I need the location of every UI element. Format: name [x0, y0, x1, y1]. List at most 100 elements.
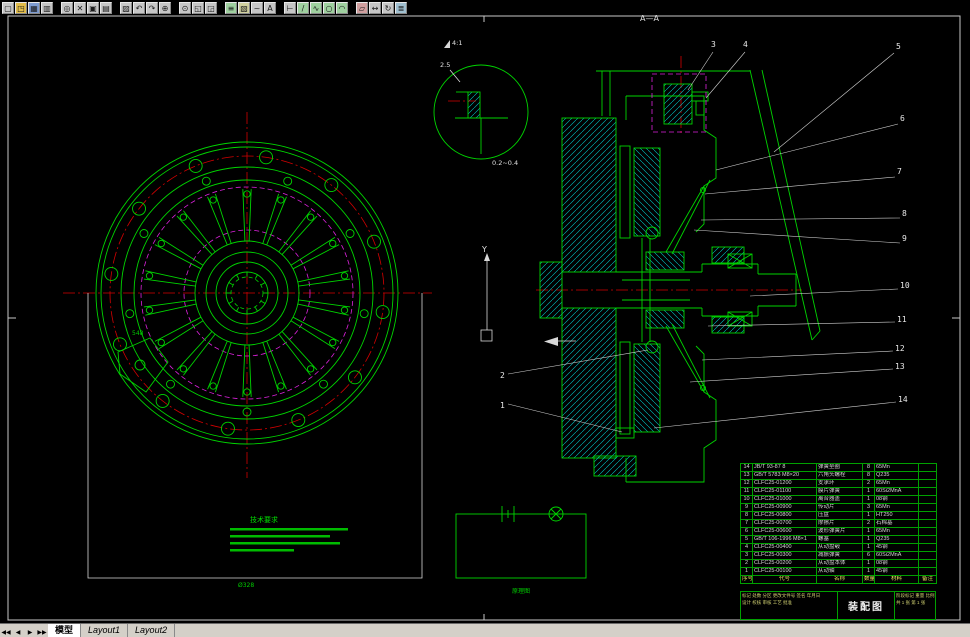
parts-cell: 14	[740, 463, 753, 472]
toolbar-icon-move[interactable]: ↔	[369, 2, 381, 14]
toolbar-icon-layers[interactable]: ≡	[225, 2, 237, 14]
technical-notes: 技术要求	[230, 515, 348, 552]
parts-cell	[918, 543, 937, 552]
toolbar-icon-copy[interactable]: ▣	[87, 2, 99, 14]
drawing-title: 装配图	[838, 592, 895, 619]
tab-nav-button-1[interactable]: ◀	[12, 629, 24, 636]
schematic-view: 原理图	[455, 506, 587, 595]
toolbar-icon-text-style[interactable]: A	[264, 2, 276, 14]
parts-cell: 12	[740, 479, 753, 488]
leader-line-9	[693, 229, 901, 244]
balloon-12: 12	[895, 344, 905, 353]
parts-cell: 6	[862, 551, 875, 560]
toolbar: ▢ ◳ ▦ ▥ ◎ ✕ ▣ ▤ ▨ ↶ ↷ ⊕ ⊙ ◱ ◲ ≡ ▧ ~ A ⊢ / ∿ ○ ◠ ▱ ↔ ↻ ≣	[0, 0, 970, 14]
parts-row: 4 CLFC25-00400 从动盘毂 1 45钢	[740, 543, 937, 552]
parts-cell: 1	[862, 495, 875, 504]
parts-cell: 1	[862, 487, 875, 496]
section-arrow-icon	[544, 337, 558, 346]
parts-cell: 波形弹簧片	[816, 527, 863, 536]
toolbar-icon-linetype[interactable]: ~	[251, 2, 263, 14]
parts-cell	[918, 559, 937, 568]
toolbar-icon-cut[interactable]: ✕	[74, 2, 86, 14]
balloon-8: 8	[902, 209, 907, 218]
parts-cell: 7	[740, 519, 753, 528]
schematic-caption: 原理图	[512, 588, 530, 595]
notes-title: 技术要求	[250, 515, 278, 524]
toolbar-icon-rotate[interactable]: ↻	[382, 2, 394, 14]
toolbar-icon-new[interactable]: ▢	[2, 2, 14, 14]
balloon-10: 10	[900, 281, 910, 290]
tab-layout1[interactable]: Layout1	[81, 624, 129, 637]
parts-table: 14 JB/T 93-87 8 弹簧垫圈 8 65Mn 13 GB/T 5783 M8×20…	[740, 463, 937, 584]
parts-cell: 60Si2MnA	[874, 487, 919, 496]
parts-cell: 4	[740, 543, 753, 552]
parts-header-cell: 材料	[874, 575, 919, 584]
tab-nav-button-3[interactable]: ▶▶	[36, 629, 48, 636]
parts-cell: 65Mn	[874, 479, 919, 488]
parts-header-cell: 名称	[816, 575, 863, 584]
parts-header-cell: 序号	[740, 575, 753, 584]
parts-cell: 六角头螺栓	[816, 471, 863, 480]
toolbar-icon-erase[interactable]: ▱	[356, 2, 368, 14]
toolbar-icon-pan[interactable]: ⊕	[159, 2, 171, 14]
leader-line-12	[701, 350, 894, 361]
toolbar-icon-save[interactable]: ▦	[28, 2, 40, 14]
toolbar-icon-paste[interactable]: ▤	[100, 2, 112, 14]
parts-cell: 45钢	[874, 543, 919, 552]
toolbar-icon-zoom-realtime[interactable]: ⊙	[179, 2, 191, 14]
leader-line-8	[700, 217, 901, 221]
dimension-548: 548	[132, 330, 144, 337]
tab-layout2[interactable]: Layout2	[128, 624, 176, 637]
toolbar-icon-redo[interactable]: ↷	[146, 2, 158, 14]
parts-cell: 2	[740, 559, 753, 568]
toolbar-icon-layer-color[interactable]: ▧	[238, 2, 250, 14]
parts-cell: 65Mn	[874, 503, 919, 512]
parts-cell: 45钢	[874, 567, 919, 576]
toolbar-icon-properties[interactable]: ≣	[395, 2, 407, 14]
parts-cell: CLFC25-00100	[752, 567, 817, 576]
parts-cell: 1	[862, 559, 875, 568]
toolbar-icon-draw-line[interactable]: /	[297, 2, 309, 14]
balloon-7: 7	[897, 167, 902, 176]
parts-cell: 从动轴	[816, 567, 863, 576]
toolbar-icon-zoom-window[interactable]: ◱	[192, 2, 204, 14]
parts-cell: 石棉基	[874, 519, 919, 528]
parts-row: 8 CLFC25-00800 压盘 1 HT250	[740, 511, 937, 520]
leader-line-14	[653, 401, 897, 429]
leader-line-4	[705, 51, 746, 99]
title-block: 标记 处数 分区 更改文件号 签名 年月日 设计 校核 审核 工艺 批准 装配图…	[740, 591, 936, 620]
toolbar-icon-open[interactable]: ◳	[15, 2, 27, 14]
toolbar-icon-draw-circle[interactable]: ○	[323, 2, 335, 14]
layout-tabbar: ◀◀ ◀ ▶ ▶▶ 模型 Layout1 Layout2	[0, 623, 970, 637]
tab-model[interactable]: 模型	[48, 624, 82, 637]
leader-line-5	[773, 52, 895, 153]
toolbar-icon-draw-polyline[interactable]: ∿	[310, 2, 322, 14]
balloon-2: 2	[500, 371, 505, 380]
toolbar-icon-zoom-previous[interactable]: ◲	[205, 2, 217, 14]
parts-cell: GB/T 5783 M8×20	[752, 471, 817, 480]
tab-nav-button-2[interactable]: ▶	[24, 629, 36, 636]
balloon-9: 9	[902, 234, 907, 243]
parts-row: 5 GB/T 106-1996 M8×1 螺塞 1 Q235	[740, 535, 937, 544]
balloon-1: 1	[500, 401, 505, 410]
toolbar-icon-match-props[interactable]: ▨	[120, 2, 132, 14]
parts-cell: 摩擦片	[816, 519, 863, 528]
toolbar-icon-undo[interactable]: ↶	[133, 2, 145, 14]
parts-row: 2 CLFC25-00200 从动盘本体 1 08钢	[740, 559, 937, 568]
parts-row: 9 CLFC25-00900 传动片 3 65Mn	[740, 503, 937, 512]
toolbar-icon-preview[interactable]: ◎	[61, 2, 73, 14]
parts-cell	[918, 535, 937, 544]
title-block-row2: 设计 校核 审核 工艺 批准	[742, 600, 793, 605]
leader-line-13	[689, 368, 894, 383]
toolbar-icon-dim-style[interactable]: ⊢	[284, 2, 296, 14]
balloon-14: 14	[898, 395, 908, 404]
gap-dimension-label: 0.2~0.4	[492, 159, 518, 167]
toolbar-icon-print[interactable]: ▥	[41, 2, 53, 14]
tab-nav-button-0[interactable]: ◀◀	[0, 629, 12, 636]
toolbar-icon-draw-arc[interactable]: ◠	[336, 2, 348, 14]
title-block-scale-area: 阶段标记 重量 比例 共 1 张 第 1 张	[895, 592, 935, 619]
parts-cell: CLFC25-01100	[752, 487, 817, 496]
parts-cell: 1	[862, 567, 875, 576]
parts-cell: 从动盘毂	[816, 543, 863, 552]
parts-cell: CLFC25-00300	[752, 551, 817, 560]
